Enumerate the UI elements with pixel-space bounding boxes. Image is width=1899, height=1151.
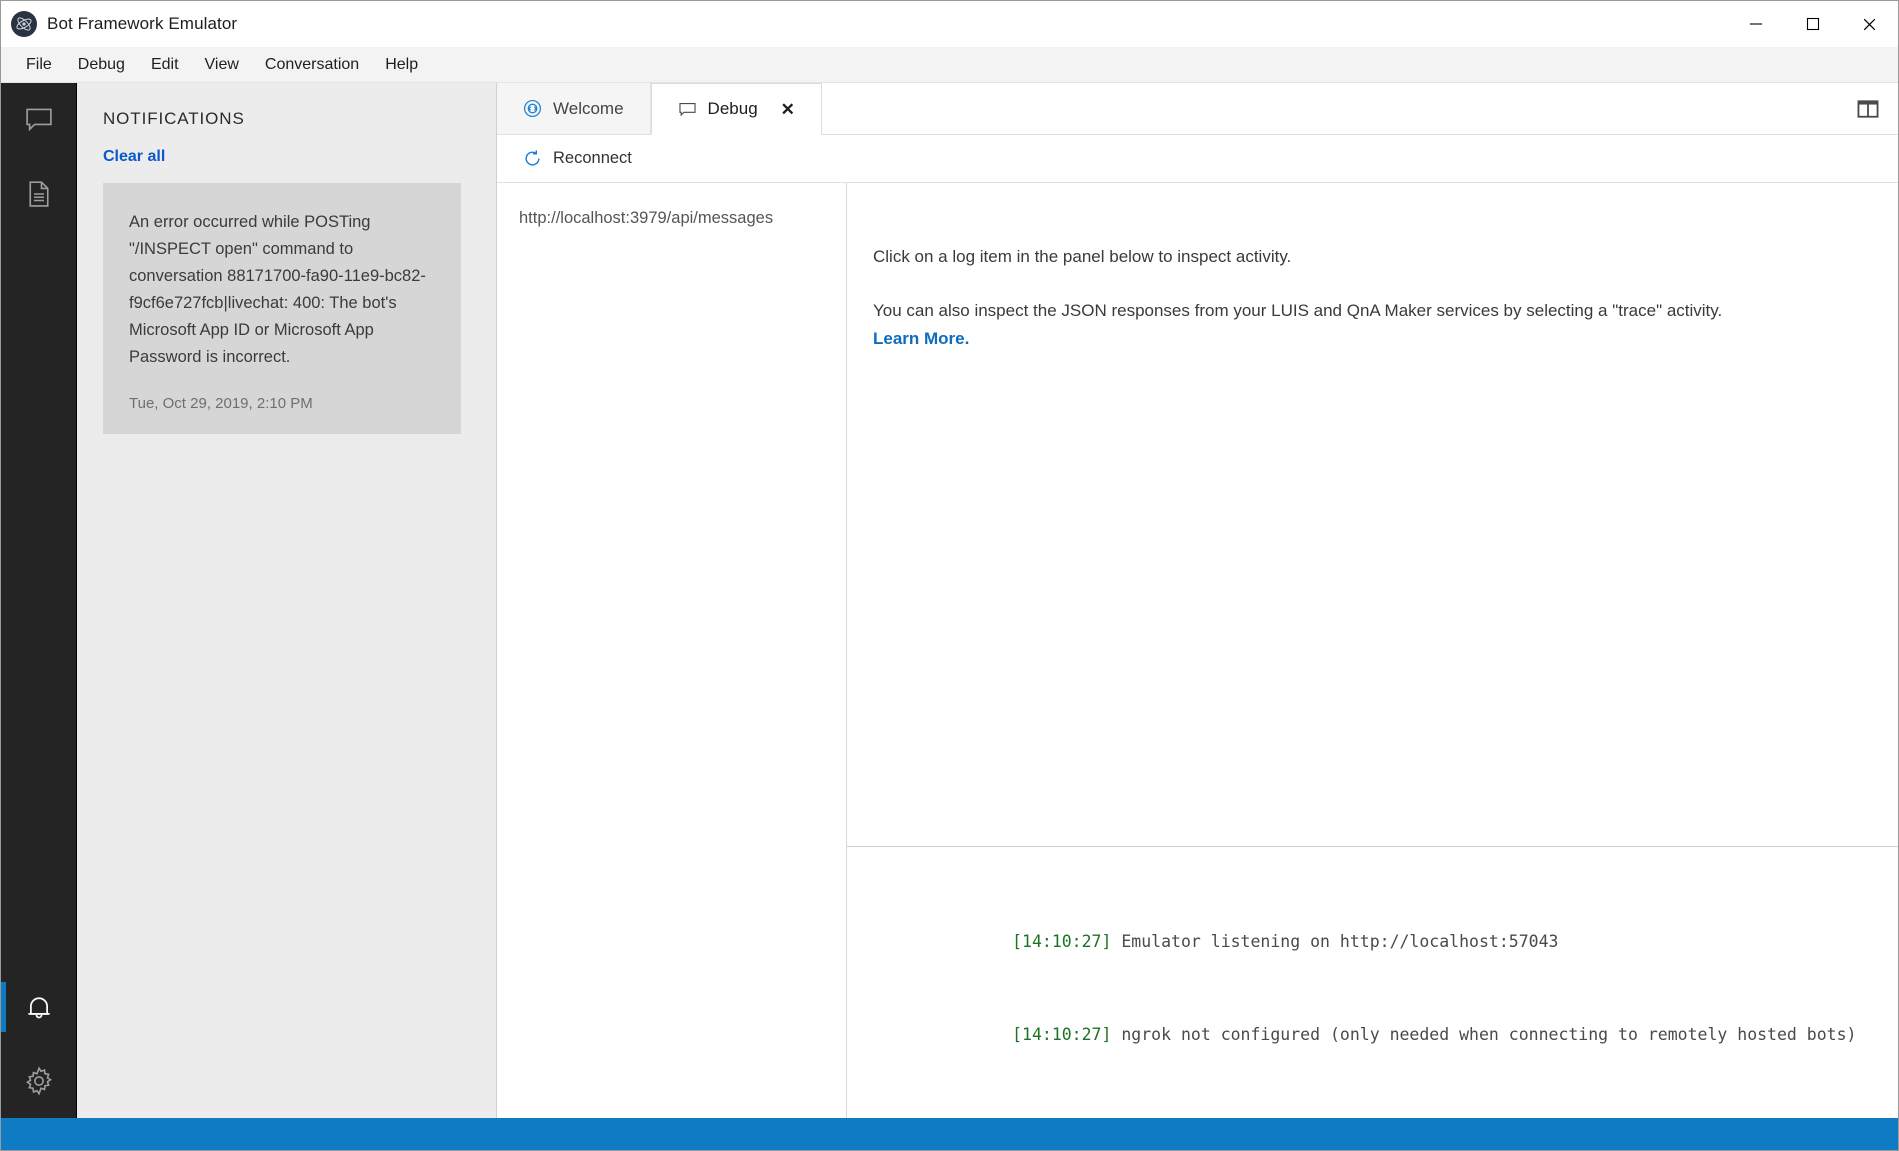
tab-welcome-label: Welcome: [553, 98, 624, 118]
atom-icon: [11, 11, 37, 37]
endpoint-label[interactable]: http://localhost:3979/api/messages: [519, 209, 846, 228]
welcome-circle-icon: [523, 99, 542, 118]
tab-debug[interactable]: Debug ✕: [650, 83, 822, 135]
close-icon[interactable]: ✕: [781, 101, 795, 118]
gear-icon: [25, 1066, 52, 1096]
menu-bar: File Debug Edit View Conversation Help: [1, 47, 1898, 83]
sidebar-item-resources[interactable]: [1, 157, 76, 231]
menu-item-debug[interactable]: Debug: [65, 50, 138, 80]
app-window: Bot Framework Emulator File Debug Edit V…: [0, 0, 1899, 1151]
log-console[interactable]: [14:10:27] Emulator listening on http://…: [847, 846, 1898, 1118]
reconnect-label: Reconnect: [553, 149, 632, 167]
title-bar: Bot Framework Emulator: [1, 1, 1898, 47]
tab-debug-label: Debug: [707, 99, 758, 118]
log-row: [14:10:27] Connecting to bots hosted rem…: [873, 1081, 1898, 1118]
document-icon: [28, 181, 49, 207]
maximize-button[interactable]: [1784, 1, 1841, 47]
body: NOTIFICATIONS Clear all An error occurre…: [1, 83, 1898, 1118]
chat-bubble-icon: [25, 108, 52, 132]
menu-item-edit[interactable]: Edit: [138, 50, 192, 80]
bell-icon: [27, 997, 50, 1019]
inspector-content: Click on a log item in the panel below t…: [847, 183, 1898, 846]
notifications-title: NOTIFICATIONS: [103, 109, 245, 128]
log-row: [14:10:27] Emulator listening on http://…: [873, 895, 1898, 988]
inspector-pane: Click on a log item in the panel below t…: [847, 183, 1898, 1118]
tab-welcome[interactable]: Welcome: [497, 83, 651, 134]
window-title: Bot Framework Emulator: [47, 14, 238, 33]
chat-bubble-icon: [678, 102, 696, 116]
editor-area: Welcome Debug ✕ Reconnect http://localho…: [497, 83, 1898, 1118]
split-panel-icon: [1857, 99, 1879, 118]
tab-strip-spacer: [822, 83, 1838, 134]
close-button[interactable]: [1841, 1, 1898, 47]
activity-rail: [1, 83, 77, 1118]
inspector-hint-2: You can also inspect the JSON responses …: [873, 297, 1848, 353]
window-controls: [1727, 1, 1898, 47]
menu-item-file[interactable]: File: [13, 50, 65, 80]
sidebar-item-settings[interactable]: [1, 1044, 76, 1118]
refresh-circle-icon: [525, 150, 540, 166]
tab-strip: Welcome Debug ✕: [497, 83, 1898, 135]
log-text: Emulator listening on http://localhost:5…: [1111, 932, 1559, 951]
rail-spacer: [1, 231, 76, 970]
reconnect-button[interactable]: Reconnect: [523, 149, 632, 168]
inspector-hint-2-text: You can also inspect the JSON responses …: [873, 301, 1723, 320]
debug-split: http://localhost:3979/api/messages Click…: [497, 183, 1898, 1118]
status-bar: [1, 1118, 1898, 1150]
debug-toolbar: Reconnect: [497, 135, 1898, 183]
log-timestamp: [14:10:27]: [1012, 1025, 1112, 1044]
sidebar-item-notifications[interactable]: [1, 970, 76, 1044]
clear-all-link[interactable]: Clear all: [103, 148, 165, 166]
minimize-button[interactable]: [1727, 1, 1784, 47]
notification-message: An error occurred while POSTing "/INSPEC…: [129, 213, 426, 366]
split-layout-button[interactable]: [1838, 83, 1898, 134]
log-timestamp: [14:10:27]: [1012, 932, 1112, 951]
menu-item-conversation[interactable]: Conversation: [252, 50, 372, 80]
notification-timestamp: Tue, Oct 29, 2019, 2:10 PM: [129, 395, 313, 412]
menu-item-help[interactable]: Help: [372, 50, 431, 80]
menu-item-view[interactable]: View: [192, 50, 252, 80]
sidebar-item-chat[interactable]: [1, 83, 76, 157]
notifications-panel: NOTIFICATIONS Clear all An error occurre…: [77, 83, 497, 1118]
inspector-hint-1: Click on a log item in the panel below t…: [873, 247, 1292, 266]
log-text: ngrok not configured (only needed when c…: [1111, 1025, 1857, 1044]
notification-card[interactable]: An error occurred while POSTing "/INSPEC…: [103, 183, 461, 434]
log-item-list[interactable]: http://localhost:3979/api/messages: [497, 183, 847, 1118]
learn-more-link[interactable]: Learn More.: [873, 329, 969, 348]
log-row: [14:10:27] ngrok not configured (only ne…: [873, 988, 1898, 1081]
